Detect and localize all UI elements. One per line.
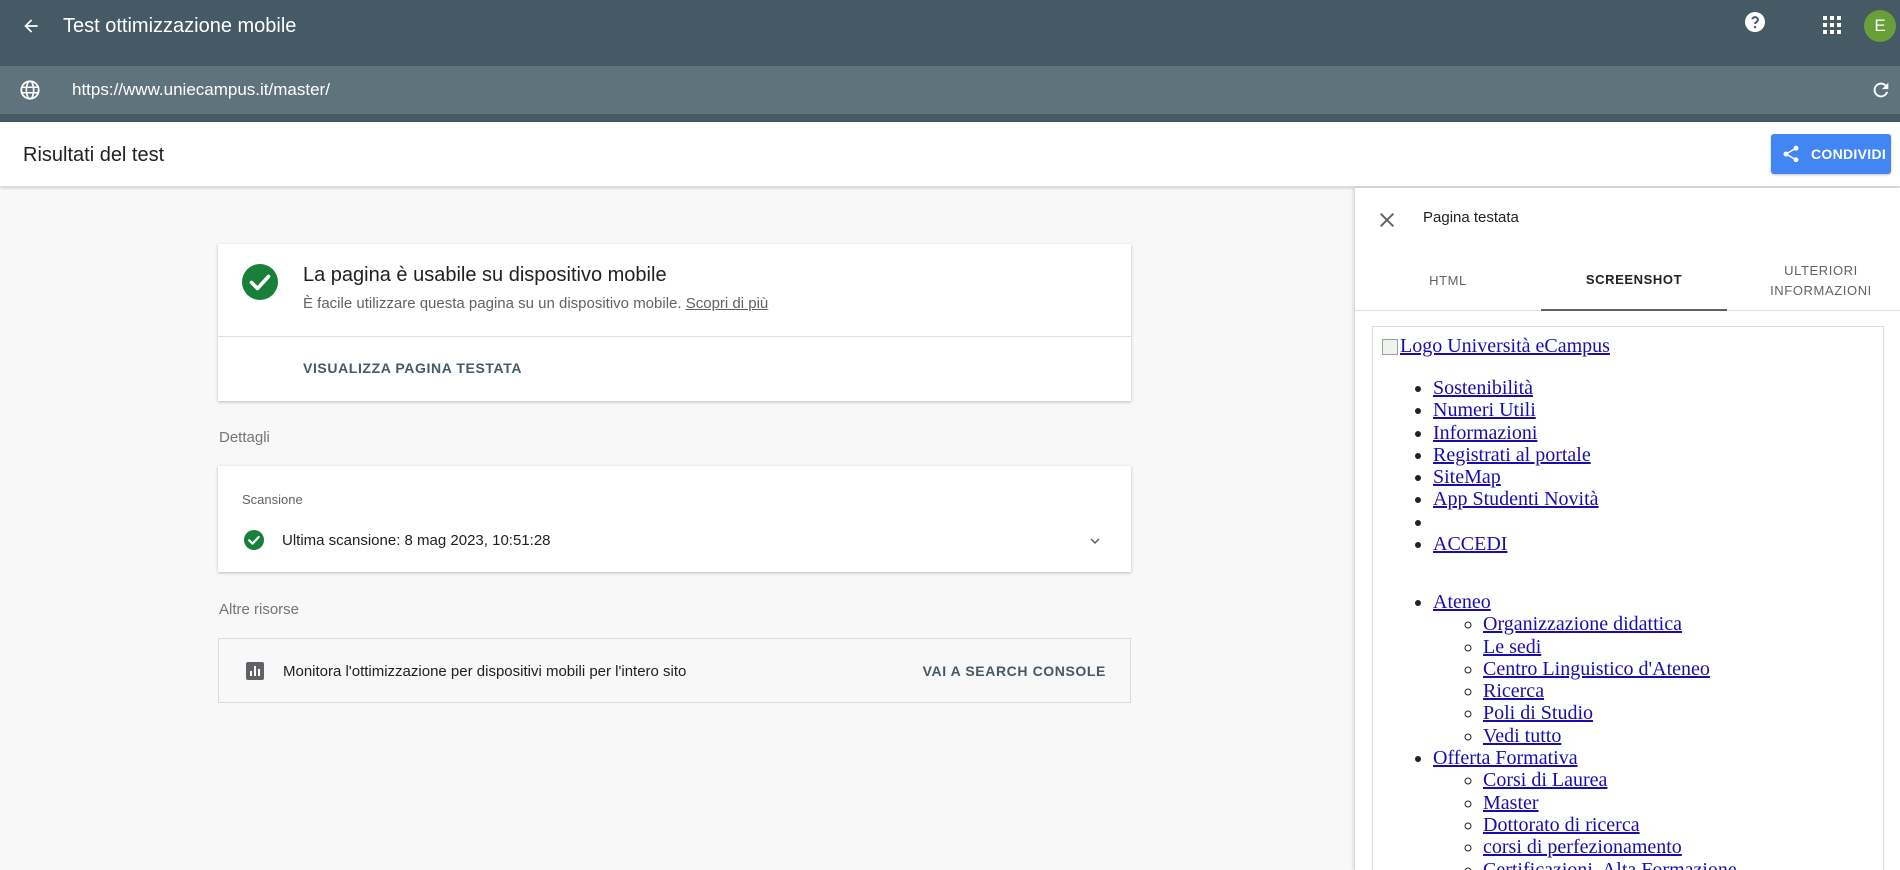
view-tested-page-button[interactable]: VISUALIZZA PAGINA TESTATA (303, 360, 522, 376)
last-scan-text: Ultima scansione: 8 mag 2023, 10:51:28 (282, 532, 551, 549)
scan-title: Scansione (242, 492, 303, 507)
logo-alt-text[interactable]: Logo Università eCampus (1400, 335, 1610, 358)
list-item: App Studenti Novità (1433, 488, 1599, 510)
mobile-usability-title: La pagina è usabile su dispositivo mobil… (303, 264, 667, 286)
help-icon[interactable] (1743, 10, 1767, 34)
list-link[interactable]: Offerta Formativa (1433, 747, 1578, 769)
check-circle-icon (242, 264, 278, 300)
chevron-down-icon[interactable] (1086, 532, 1104, 550)
share-button[interactable]: CONDIVIDI (1771, 134, 1891, 174)
list-link[interactable]: Registrati al portale (1433, 444, 1591, 466)
list-link[interactable]: Centro Linguistico d'Ateneo (1483, 658, 1710, 680)
list-link[interactable]: Sostenibilità (1433, 377, 1533, 399)
list-link[interactable]: SiteMap (1433, 466, 1501, 488)
list-item: Dottorato di ricerca (1483, 814, 1737, 836)
list-item: Numeri Utili (1433, 399, 1599, 421)
list-item: ACCEDI (1433, 533, 1599, 555)
app-bar-row: Test ottimizzazione mobile E (0, 0, 1900, 54)
reload-icon[interactable] (1870, 79, 1892, 101)
list-link[interactable]: Organizzazione didattica (1483, 613, 1682, 635)
tab-html[interactable]: HTML (1355, 250, 1541, 311)
list-item: Offerta Formativa Corsi di Laurea Master… (1433, 747, 1737, 870)
list-item: SiteMap (1433, 466, 1599, 488)
resources-text: Monitora l'ottimizzazione per dispositiv… (283, 663, 687, 680)
details-label: Dettagli (219, 429, 270, 446)
app-bar: Test ottimizzazione mobile E (0, 0, 1900, 122)
list-item: Registrati al portale (1433, 444, 1599, 466)
list-item: Ricerca (1483, 680, 1737, 702)
url-input[interactable] (72, 77, 1832, 103)
logo-link[interactable]: Logo Università eCampus (1382, 335, 1610, 358)
learn-more-link[interactable]: Scopri di più (686, 295, 769, 312)
share-icon (1783, 145, 1799, 163)
list-link[interactable]: corsi di perfezionamento (1483, 836, 1682, 858)
list-link[interactable]: Ateneo (1433, 591, 1491, 613)
panel-tabs: HTML SCREENSHOT ULTERIORI INFORMAZIONI (1355, 250, 1900, 311)
mobile-usability-description: È facile utilizzare questa pagina su un … (303, 295, 768, 312)
page-screenshot: Logo Università eCampus Sostenibilità Nu… (1372, 326, 1884, 870)
list-link[interactable]: Poli di Studio (1483, 702, 1593, 724)
list-item (1433, 511, 1599, 533)
list-link[interactable]: Dottorato di ricerca (1483, 814, 1640, 836)
resources-card: Monitora l'ottimizzazione per dispositiv… (218, 638, 1131, 703)
share-label: CONDIVIDI (1811, 146, 1887, 162)
description-text: È facile utilizzare questa pagina su un … (303, 295, 682, 312)
list-link[interactable]: Le sedi (1483, 636, 1541, 658)
list-link[interactable]: Corsi di Laurea (1483, 769, 1607, 791)
list-link[interactable]: Numeri Utili (1433, 399, 1536, 421)
list-link[interactable]: Master (1483, 792, 1539, 814)
tab-screenshot[interactable]: SCREENSHOT (1541, 250, 1727, 311)
list-item: Vedi tutto (1483, 725, 1737, 747)
other-resources-label: Altre risorse (219, 601, 300, 618)
list-item: Corsi di Laurea (1483, 769, 1737, 791)
results-header: Risultati del test CONDIVIDI (0, 122, 1900, 187)
list-item: Master (1483, 792, 1737, 814)
check-circle-icon (244, 530, 264, 550)
list-item: Le sedi (1483, 636, 1737, 658)
list-item: Centro Linguistico d'Ateneo (1483, 658, 1737, 680)
sub-list: Organizzazione didattica Le sedi Centro … (1433, 613, 1737, 747)
close-icon[interactable] (1375, 208, 1399, 232)
main-nav-list: Ateneo Organizzazione didattica Le sedi … (1433, 591, 1737, 870)
list-link[interactable]: Certificazioni, Alta Formazione (1483, 859, 1737, 870)
list-item: Ateneo Organizzazione didattica Le sedi … (1433, 591, 1737, 747)
broken-image-icon (1382, 338, 1398, 355)
list-link[interactable]: App Studenti Novità (1433, 488, 1599, 510)
scan-card: Scansione Ultima scansione: 8 mag 2023, … (218, 466, 1131, 572)
mobile-usability-card: La pagina è usabile su dispositivo mobil… (218, 244, 1131, 401)
list-link[interactable]: Ricerca (1483, 680, 1544, 702)
divider (218, 336, 1131, 337)
list-item: Poli di Studio (1483, 702, 1737, 724)
tab-more-info[interactable]: ULTERIORI INFORMAZIONI (1728, 250, 1900, 311)
search-console-link[interactable]: VAI A SEARCH CONSOLE (923, 663, 1106, 679)
list-link[interactable]: Vedi tutto (1483, 725, 1561, 747)
list-item: Informazioni (1433, 422, 1599, 444)
back-arrow-icon[interactable] (18, 13, 44, 39)
avatar[interactable]: E (1864, 10, 1896, 42)
results-title: Risultati del test (23, 144, 165, 166)
list-link[interactable]: ACCEDI (1433, 533, 1507, 555)
list-item: Certificazioni, Alta Formazione (1483, 859, 1737, 870)
list-item: Organizzazione didattica (1483, 613, 1737, 635)
bar-chart-icon (246, 662, 264, 680)
tab-more-info-label: ULTERIORI INFORMAZIONI (1770, 262, 1872, 298)
list-link[interactable]: Informazioni (1433, 422, 1537, 444)
globe-icon (19, 79, 41, 101)
app-title: Test ottimizzazione mobile (63, 15, 297, 37)
apps-grid-icon[interactable] (1821, 14, 1843, 36)
panel-title: Pagina testata (1423, 209, 1519, 226)
sub-list: Corsi di Laurea Master Dottorato di rice… (1433, 769, 1737, 870)
url-bar (0, 66, 1900, 114)
top-links-list: Sostenibilità Numeri Utili Informazioni … (1433, 377, 1599, 555)
list-item: corsi di perfezionamento (1483, 836, 1737, 858)
list-item: Sostenibilità (1433, 377, 1599, 399)
tested-page-panel: Pagina testata HTML SCREENSHOT ULTERIORI… (1354, 188, 1900, 870)
